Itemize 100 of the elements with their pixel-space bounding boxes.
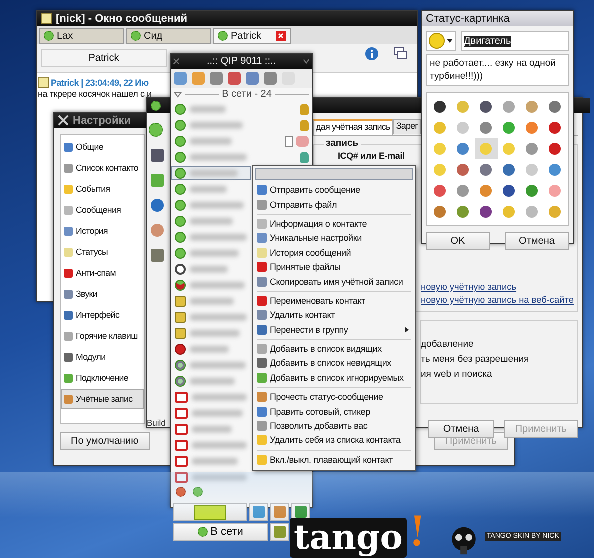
- blurred-name: [192, 442, 247, 448]
- blurred-name: [190, 282, 245, 288]
- settings-item[interactable]: Интерфейс: [61, 305, 144, 325]
- menu-item[interactable]: Удалить себя из списка контакта: [255, 433, 413, 448]
- menu-item[interactable]: Уникальные настройки: [255, 231, 413, 246]
- window-title: ..:: QIP 9011 ::..: [206, 56, 278, 67]
- blurred-name: [192, 458, 238, 464]
- add-contact-button[interactable]: [249, 503, 268, 521]
- toolbar-icon[interactable]: [264, 72, 277, 85]
- smiley-dropdown[interactable]: [426, 31, 456, 51]
- info-icon[interactable]: [365, 47, 379, 61]
- blurred-name: [190, 346, 229, 352]
- blurred-name: [190, 362, 246, 368]
- contact-button[interactable]: Patrick: [41, 49, 167, 67]
- close-icon[interactable]: [173, 58, 180, 65]
- chat-tab[interactable]: Lax: [39, 28, 124, 44]
- dialog-button[interactable]: Отмена: [428, 420, 494, 438]
- exclamation-icon: [410, 514, 423, 548]
- blurred-name: [190, 218, 233, 224]
- settings-item[interactable]: Модули: [61, 347, 144, 367]
- menu-item[interactable]: Править сотовый, стикер: [255, 404, 413, 419]
- blurred-name: [190, 250, 239, 256]
- menu-item[interactable]: Вкл./выкл. плавающий контакт: [255, 452, 413, 468]
- flower-icon: [148, 123, 162, 137]
- settings-item[interactable]: События: [61, 179, 144, 199]
- close-icon[interactable]: [276, 31, 286, 41]
- menu-item[interactable]: Добавить в список невидящих: [255, 356, 413, 371]
- menu-item[interactable]: Добавить в список видящих: [255, 342, 413, 356]
- settings-item[interactable]: Сообщения: [61, 200, 144, 220]
- blurred-name: [190, 202, 244, 208]
- field-label: ICQ# или E-mail: [338, 151, 405, 161]
- dialog-button[interactable]: По умолчанию: [60, 432, 150, 450]
- menu-item[interactable]: Отправить сообщение: [255, 183, 413, 198]
- toolbar-icon[interactable]: [246, 72, 259, 85]
- settings-item[interactable]: Список контакто: [61, 158, 144, 178]
- chat-tab[interactable]: Сид: [126, 28, 211, 44]
- toolbar-icon[interactable]: [228, 72, 241, 85]
- menu-item[interactable]: Прочесть статус-сообщение: [255, 390, 413, 404]
- logo-text: tango: [290, 518, 407, 558]
- blurred-name: [190, 154, 247, 160]
- blurred-name: [190, 234, 247, 240]
- qip-logo-button[interactable]: [173, 503, 247, 521]
- windows-icon[interactable]: [394, 47, 408, 61]
- message-text: на ткрере косячок нашел с и: [38, 89, 152, 99]
- window-title: Настройки: [73, 114, 132, 126]
- collapse-icon[interactable]: [303, 58, 310, 65]
- message-icon: [38, 77, 49, 88]
- window-title: Статус-картинка: [426, 12, 510, 24]
- menu-item[interactable]: Отправить файл: [255, 197, 413, 212]
- blurred-name: [192, 410, 243, 416]
- settings-item[interactable]: История: [61, 221, 144, 241]
- menu-item[interactable]: Информация о контакте: [255, 216, 413, 232]
- settings-item[interactable]: Учётные запис: [61, 389, 144, 409]
- chat-tab[interactable]: Patrick: [213, 28, 291, 44]
- toolbar-icon[interactable]: [192, 72, 205, 85]
- settings-item[interactable]: Статусы: [61, 242, 144, 262]
- settings-item[interactable]: Общие: [61, 137, 144, 157]
- menu-item[interactable]: История сообщений: [255, 246, 413, 260]
- smiley-icon: [429, 33, 445, 49]
- collapse-triangle-icon[interactable]: [174, 92, 182, 98]
- flower-icon: [198, 527, 208, 537]
- menu-item[interactable]: Удалить контакт: [255, 308, 413, 323]
- account-tab[interactable]: Зарег: [393, 119, 422, 134]
- message-header: Patrick | 23:04:49, 22 Ию: [51, 78, 149, 88]
- menu-item[interactable]: Принятые файлы: [255, 260, 413, 274]
- flower-icon: [218, 31, 228, 41]
- title-field[interactable]: Двигатель: [461, 31, 569, 51]
- settings-item[interactable]: Звуки: [61, 284, 144, 304]
- message-icon: [41, 13, 52, 24]
- settings-item[interactable]: Горячие клавиш: [61, 326, 144, 346]
- menu-item[interactable]: Переименовать контакт: [255, 294, 413, 308]
- dialog-button[interactable]: Отмена: [505, 232, 569, 250]
- option-label: ия web и поиска: [421, 369, 494, 380]
- blurred-name: [190, 170, 238, 176]
- info-icon: [150, 199, 164, 212]
- register-link[interactable]: новую учётную запись на веб-сайте: [421, 295, 577, 305]
- option-label: ть меня без разрешения: [421, 354, 530, 365]
- flower-icon: [151, 100, 161, 110]
- settings-item[interactable]: Анти-спам: [61, 263, 144, 283]
- status-button[interactable]: В сети: [173, 523, 268, 541]
- group-header[interactable]: В сети - 24: [222, 89, 272, 100]
- menu-item[interactable]: Позволить добавить вас: [255, 418, 413, 434]
- menu-item[interactable]: Добавить в список игнорируемых: [255, 370, 413, 386]
- search-field[interactable]: [255, 168, 413, 180]
- blurred-name: [190, 378, 235, 384]
- register-link[interactable]: новую учётную запись: [421, 282, 577, 292]
- toolbar-icon[interactable]: [174, 72, 187, 85]
- menu-item[interactable]: Перенести в группу: [255, 322, 413, 337]
- menu-item[interactable]: Скопировать имя учётной записи: [255, 274, 413, 289]
- blurred-name: [190, 138, 232, 144]
- toolbar-icon[interactable]: [210, 72, 223, 85]
- blurred-name: [190, 186, 227, 192]
- blurred-name: [192, 474, 247, 480]
- group-label: запись: [324, 138, 361, 149]
- settings-item[interactable]: Подключение: [61, 368, 144, 388]
- build-label: Build: [147, 418, 166, 428]
- dialog-button[interactable]: OK: [426, 232, 490, 250]
- option-label: добавление: [421, 339, 475, 350]
- account-tab[interactable]: дая учётная запись: [313, 119, 394, 135]
- message-field[interactable]: не работает.... езку на одной турбине!!!))): [426, 54, 569, 86]
